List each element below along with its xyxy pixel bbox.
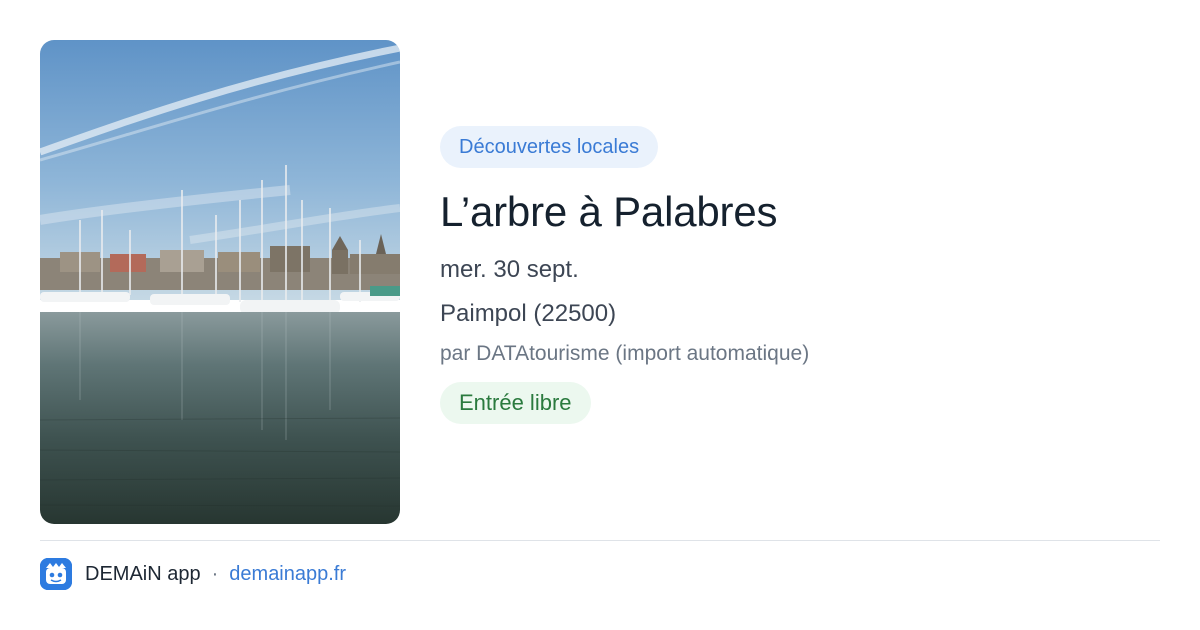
app-name: DEMAiN app [85,562,201,585]
footer-divider [40,540,1160,541]
event-title: L’arbre à Palabres [440,188,778,235]
price-badge: Entrée libre [440,382,591,424]
category-badge[interactable]: Découvertes locales [440,126,659,168]
event-photo [40,40,400,524]
event-details: Découvertes locales L’arbre à Palabres m… [440,126,1160,424]
event-share-card: Découvertes locales L’arbre à Palabres m… [0,0,1200,630]
event-location: Paimpol (22500) [440,300,617,327]
event-source: par DATAtourisme (import automatique) [440,342,810,365]
event-date: mer. 30 sept. [440,256,579,283]
app-logo-icon[interactable] [40,558,72,590]
footer: DEMAiN app · demainapp.fr [40,557,346,591]
footer-separator: · [211,562,219,585]
app-domain-link[interactable]: demainapp.fr [229,563,346,586]
